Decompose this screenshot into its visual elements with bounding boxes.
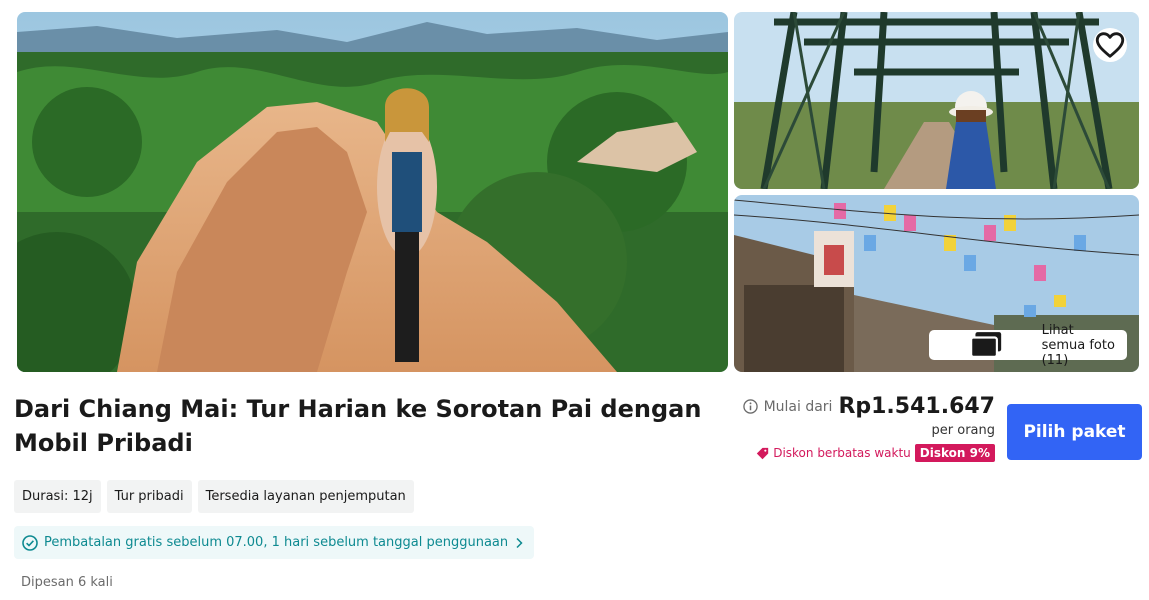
price-box: Mulai dari Rp1.541.647 per orang Diskon … — [735, 394, 995, 462]
street-photo[interactable]: Lihat semua foto (11) — [734, 195, 1139, 372]
price-from-label: Mulai dari — [763, 398, 833, 415]
free-cancellation-banner[interactable]: Pembatalan gratis sebelum 07.00, 1 hari … — [14, 526, 535, 559]
booked-count: Dipesan 6 kali — [21, 575, 113, 590]
photo-gallery: Lihat semua foto (11) — [17, 12, 1139, 372]
check-circle-icon — [22, 534, 38, 551]
activity-title: Dari Chiang Mai: Tur Harian ke Sorotan P… — [14, 395, 702, 457]
price-value: Rp1.541.647 — [838, 394, 995, 419]
discount-badge: Diskon 9% — [914, 444, 995, 462]
tag-list: Durasi: 12j Tur pribadi Tersedia layanan… — [14, 480, 414, 513]
bridge-photo[interactable] — [734, 12, 1139, 189]
images-icon — [970, 332, 1002, 358]
tag-icon — [757, 447, 769, 459]
see-all-photos-label: Lihat semua foto (11) — [1041, 322, 1115, 368]
tag-private-tour: Tur pribadi — [106, 480, 192, 513]
main-photo[interactable] — [17, 12, 728, 372]
favorite-button[interactable] — [1093, 28, 1127, 62]
discount-label: Diskon berbatas waktu — [773, 446, 911, 460]
tag-duration: Durasi: 12j — [14, 480, 101, 513]
cancellation-text: Pembatalan gratis sebelum 07.00, 1 hari … — [44, 535, 509, 550]
choose-package-button[interactable]: Pilih paket — [1007, 404, 1142, 460]
info-icon[interactable] — [742, 399, 758, 414]
tag-pickup: Tersedia layanan penjemputan — [197, 480, 414, 513]
chevron-right-icon — [516, 537, 523, 548]
heart-icon — [1095, 32, 1125, 58]
per-person-label: per orang — [931, 423, 995, 438]
see-all-photos-button[interactable]: Lihat semua foto (11) — [929, 323, 1127, 368]
